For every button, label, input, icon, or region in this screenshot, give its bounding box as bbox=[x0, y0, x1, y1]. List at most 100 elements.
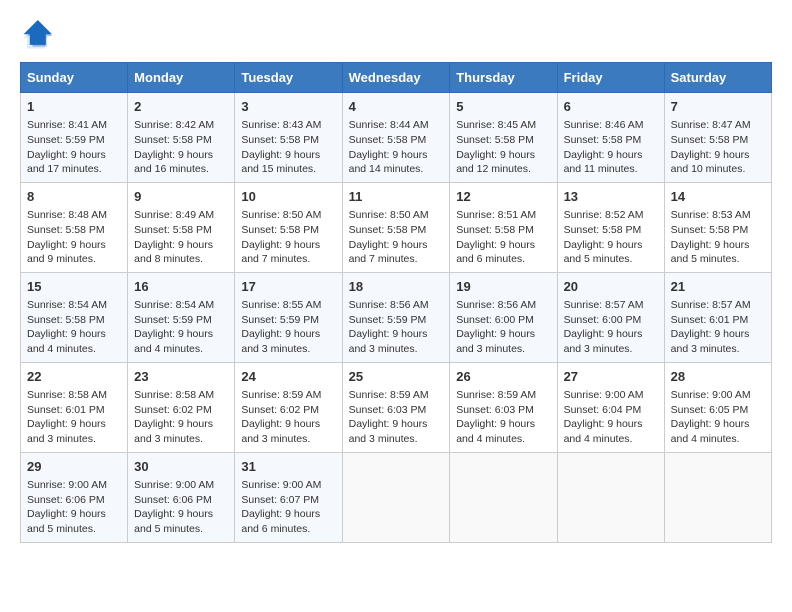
day-info: Sunrise: 8:42 AMSunset: 5:58 PMDaylight:… bbox=[134, 118, 228, 177]
day-info: Sunrise: 9:00 AMSunset: 6:07 PMDaylight:… bbox=[241, 478, 335, 537]
column-header-sunday: Sunday bbox=[21, 63, 128, 93]
calendar-day-28: 28 Sunrise: 9:00 AMSunset: 6:05 PMDayligh… bbox=[664, 362, 771, 452]
day-info: Sunrise: 8:54 AMSunset: 5:59 PMDaylight:… bbox=[134, 298, 228, 357]
day-info: Sunrise: 8:48 AMSunset: 5:58 PMDaylight:… bbox=[27, 208, 121, 267]
calendar-day-24: 24Sunrise: 8:59 AMSunset: 6:02 PMDayligh… bbox=[235, 362, 342, 452]
column-header-wednesday: Wednesday bbox=[342, 63, 450, 93]
logo bbox=[20, 20, 58, 52]
day-number: 11 bbox=[349, 188, 444, 206]
calendar-day-7: 7 Sunrise: 8:47 AMSunset: 5:58 PMDaylight… bbox=[664, 93, 771, 183]
day-number: 20 bbox=[564, 278, 658, 296]
column-header-tuesday: Tuesday bbox=[235, 63, 342, 93]
calendar-day-16: 16 Sunrise: 8:54 AMSunset: 5:59 PMDayligh… bbox=[128, 272, 235, 362]
day-number: 26 bbox=[456, 368, 550, 386]
day-info: Sunrise: 8:57 AMSunset: 6:01 PMDaylight:… bbox=[671, 298, 765, 357]
calendar-week-4: 22 Sunrise: 8:58 AMSunset: 6:01 PMDayligh… bbox=[21, 362, 772, 452]
calendar-day-30: 30 Sunrise: 9:00 AMSunset: 6:06 PMDayligh… bbox=[128, 452, 235, 542]
day-number: 22 bbox=[27, 368, 121, 386]
day-number: 25 bbox=[349, 368, 444, 386]
day-info: Sunrise: 9:00 AMSunset: 6:05 PMDaylight:… bbox=[671, 388, 765, 447]
day-number: 18 bbox=[349, 278, 444, 296]
day-info: Sunrise: 8:52 AMSunset: 5:58 PMDaylight:… bbox=[564, 208, 658, 267]
day-info: Sunrise: 8:58 AMSunset: 6:01 PMDaylight:… bbox=[27, 388, 121, 447]
calendar-day-29: 29 Sunrise: 9:00 AMSunset: 6:06 PMDayligh… bbox=[21, 452, 128, 542]
calendar-day-15: 15 Sunrise: 8:54 AMSunset: 5:58 PMDayligh… bbox=[21, 272, 128, 362]
day-number: 21 bbox=[671, 278, 765, 296]
day-number: 1 bbox=[27, 98, 121, 116]
calendar-day-25: 25 Sunrise: 8:59 AMSunset: 6:03 PMDayligh… bbox=[342, 362, 450, 452]
day-info: Sunrise: 8:50 AMSunset: 5:58 PMDaylight:… bbox=[241, 208, 335, 267]
day-number: 16 bbox=[134, 278, 228, 296]
calendar-day-19: 19 Sunrise: 8:56 AMSunset: 6:00 PMDayligh… bbox=[450, 272, 557, 362]
day-number: 27 bbox=[564, 368, 658, 386]
day-info: Sunrise: 8:57 AMSunset: 6:00 PMDaylight:… bbox=[564, 298, 658, 357]
column-header-saturday: Saturday bbox=[664, 63, 771, 93]
day-info: Sunrise: 8:44 AMSunset: 5:58 PMDaylight:… bbox=[349, 118, 444, 177]
day-info: Sunrise: 9:00 AMSunset: 6:04 PMDaylight:… bbox=[564, 388, 658, 447]
calendar-day-10: 10 Sunrise: 8:50 AMSunset: 5:58 PMDayligh… bbox=[235, 182, 342, 272]
day-info: Sunrise: 8:59 AMSunset: 6:03 PMDaylight:… bbox=[349, 388, 444, 447]
day-info: Sunrise: 8:47 AMSunset: 5:58 PMDaylight:… bbox=[671, 118, 765, 177]
calendar-week-3: 15 Sunrise: 8:54 AMSunset: 5:58 PMDayligh… bbox=[21, 272, 772, 362]
day-info: Sunrise: 8:41 AMSunset: 5:59 PMDaylight:… bbox=[27, 118, 121, 177]
calendar-day-22: 22 Sunrise: 8:58 AMSunset: 6:01 PMDayligh… bbox=[21, 362, 128, 452]
day-number: 4 bbox=[349, 98, 444, 116]
day-info: Sunrise: 9:00 AMSunset: 6:06 PMDaylight:… bbox=[27, 478, 121, 537]
calendar-day-9: 9Sunrise: 8:49 AMSunset: 5:58 PMDaylight… bbox=[128, 182, 235, 272]
day-number: 7 bbox=[671, 98, 765, 116]
day-number: 2 bbox=[134, 98, 228, 116]
day-number: 8 bbox=[27, 188, 121, 206]
day-number: 10 bbox=[241, 188, 335, 206]
day-info: Sunrise: 8:56 AMSunset: 6:00 PMDaylight:… bbox=[456, 298, 550, 357]
day-info: Sunrise: 8:59 AMSunset: 6:02 PMDaylight:… bbox=[241, 388, 335, 447]
day-number: 6 bbox=[564, 98, 658, 116]
day-info: Sunrise: 8:59 AMSunset: 6:03 PMDaylight:… bbox=[456, 388, 550, 447]
day-info: Sunrise: 8:45 AMSunset: 5:58 PMDaylight:… bbox=[456, 118, 550, 177]
calendar-day-17: 17 Sunrise: 8:55 AMSunset: 5:59 PMDayligh… bbox=[235, 272, 342, 362]
day-number: 19 bbox=[456, 278, 550, 296]
calendar-header-row: SundayMondayTuesdayWednesdayThursdayFrid… bbox=[21, 63, 772, 93]
empty-cell bbox=[557, 452, 664, 542]
logo-icon bbox=[20, 20, 52, 52]
day-number: 13 bbox=[564, 188, 658, 206]
page-header bbox=[20, 20, 772, 52]
day-number: 30 bbox=[134, 458, 228, 476]
calendar-week-2: 8 Sunrise: 8:48 AMSunset: 5:58 PMDaylight… bbox=[21, 182, 772, 272]
calendar-day-2: 2 Sunrise: 8:42 AMSunset: 5:58 PMDaylight… bbox=[128, 93, 235, 183]
empty-cell bbox=[450, 452, 557, 542]
column-header-thursday: Thursday bbox=[450, 63, 557, 93]
day-info: Sunrise: 8:50 AMSunset: 5:58 PMDaylight:… bbox=[349, 208, 444, 267]
day-info: Sunrise: 9:00 AMSunset: 6:06 PMDaylight:… bbox=[134, 478, 228, 537]
calendar-day-5: 5Sunrise: 8:45 AMSunset: 5:58 PMDaylight… bbox=[450, 93, 557, 183]
empty-cell bbox=[342, 452, 450, 542]
day-info: Sunrise: 8:54 AMSunset: 5:58 PMDaylight:… bbox=[27, 298, 121, 357]
column-header-monday: Monday bbox=[128, 63, 235, 93]
day-number: 12 bbox=[456, 188, 550, 206]
calendar-day-1: 1 Sunrise: 8:41 AMSunset: 5:59 PMDaylight… bbox=[21, 93, 128, 183]
calendar-table: SundayMondayTuesdayWednesdayThursdayFrid… bbox=[20, 62, 772, 543]
calendar-day-4: 4 Sunrise: 8:44 AMSunset: 5:58 PMDaylight… bbox=[342, 93, 450, 183]
calendar-day-11: 11 Sunrise: 8:50 AMSunset: 5:58 PMDayligh… bbox=[342, 182, 450, 272]
calendar-day-27: 27 Sunrise: 9:00 AMSunset: 6:04 PMDayligh… bbox=[557, 362, 664, 452]
day-number: 29 bbox=[27, 458, 121, 476]
day-number: 17 bbox=[241, 278, 335, 296]
calendar-day-14: 14Sunrise: 8:53 AMSunset: 5:58 PMDayligh… bbox=[664, 182, 771, 272]
calendar-day-3: 3 Sunrise: 8:43 AMSunset: 5:58 PMDaylight… bbox=[235, 93, 342, 183]
day-number: 28 bbox=[671, 368, 765, 386]
calendar-day-23: 23 Sunrise: 8:58 AMSunset: 6:02 PMDayligh… bbox=[128, 362, 235, 452]
day-info: Sunrise: 8:58 AMSunset: 6:02 PMDaylight:… bbox=[134, 388, 228, 447]
day-info: Sunrise: 8:46 AMSunset: 5:58 PMDaylight:… bbox=[564, 118, 658, 177]
day-info: Sunrise: 8:53 AMSunset: 5:58 PMDaylight:… bbox=[671, 208, 765, 267]
calendar-week-5: 29 Sunrise: 9:00 AMSunset: 6:06 PMDayligh… bbox=[21, 452, 772, 542]
calendar-day-13: 13 Sunrise: 8:52 AMSunset: 5:58 PMDayligh… bbox=[557, 182, 664, 272]
day-number: 23 bbox=[134, 368, 228, 386]
day-number: 15 bbox=[27, 278, 121, 296]
day-info: Sunrise: 8:55 AMSunset: 5:59 PMDaylight:… bbox=[241, 298, 335, 357]
calendar-day-8: 8 Sunrise: 8:48 AMSunset: 5:58 PMDaylight… bbox=[21, 182, 128, 272]
calendar-day-31: 31 Sunrise: 9:00 AMSunset: 6:07 PMDayligh… bbox=[235, 452, 342, 542]
calendar-day-21: 21 Sunrise: 8:57 AMSunset: 6:01 PMDayligh… bbox=[664, 272, 771, 362]
calendar-day-18: 18Sunrise: 8:56 AMSunset: 5:59 PMDayligh… bbox=[342, 272, 450, 362]
day-info: Sunrise: 8:43 AMSunset: 5:58 PMDaylight:… bbox=[241, 118, 335, 177]
day-number: 31 bbox=[241, 458, 335, 476]
day-number: 3 bbox=[241, 98, 335, 116]
